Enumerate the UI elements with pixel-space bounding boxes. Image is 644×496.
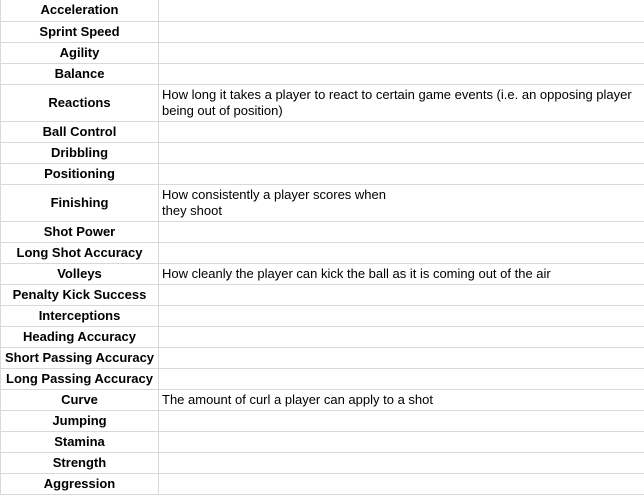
table-row: Strength xyxy=(0,451,644,474)
description-cell[interactable]: How consistently a player scores when th… xyxy=(158,183,644,222)
table-row: Finishing How consistently a player scor… xyxy=(0,183,644,222)
table-row: Heading Accuracy xyxy=(0,325,644,348)
table-row: Shot Power xyxy=(0,220,644,243)
attribute-cell[interactable]: Aggression xyxy=(0,472,159,495)
description-cell[interactable]: How long it takes a player to react to c… xyxy=(158,83,644,122)
description-cell[interactable] xyxy=(158,162,644,185)
description-cell[interactable] xyxy=(158,325,644,348)
attribute-cell[interactable]: Short Passing Accuracy xyxy=(0,346,159,369)
attribute-cell[interactable]: Shot Power xyxy=(0,220,159,243)
description-cell[interactable] xyxy=(158,0,644,22)
table-row: Stamina xyxy=(0,430,644,453)
table-row: Agility xyxy=(0,41,644,64)
table-row: Curve The amount of curl a player can ap… xyxy=(0,388,644,411)
attribute-cell[interactable]: Balance xyxy=(0,62,159,85)
attribute-cell[interactable]: Jumping xyxy=(0,409,159,432)
attribute-cell[interactable]: Stamina xyxy=(0,430,159,453)
table-row: Jumping xyxy=(0,409,644,432)
description-cell[interactable] xyxy=(158,120,644,143)
attribute-cell[interactable]: Acceleration xyxy=(0,0,159,22)
description-cell[interactable] xyxy=(158,141,644,164)
attribute-cell[interactable]: Volleys xyxy=(0,262,159,285)
table-row: Acceleration xyxy=(0,0,644,22)
attributes-table: Acceleration Sprint Speed Agility Balanc… xyxy=(0,0,644,495)
table-row: Long Passing Accuracy xyxy=(0,367,644,390)
table-row: Positioning xyxy=(0,162,644,185)
description-cell[interactable] xyxy=(158,367,644,390)
attribute-cell[interactable]: Interceptions xyxy=(0,304,159,327)
table-row: Volleys How cleanly the player can kick … xyxy=(0,262,644,285)
table-row: Short Passing Accuracy xyxy=(0,346,644,369)
attribute-cell[interactable]: Positioning xyxy=(0,162,159,185)
description-cell[interactable] xyxy=(158,41,644,64)
table-row: Aggression xyxy=(0,472,644,495)
description-cell[interactable] xyxy=(158,283,644,306)
description-cell[interactable] xyxy=(158,62,644,85)
description-cell[interactable]: The amount of curl a player can apply to… xyxy=(158,388,644,411)
description-cell[interactable] xyxy=(158,346,644,369)
attribute-cell[interactable]: Curve xyxy=(0,388,159,411)
attribute-cell[interactable]: Penalty Kick Success xyxy=(0,283,159,306)
description-cell[interactable] xyxy=(158,472,644,495)
table-row: Balance xyxy=(0,62,644,85)
description-cell[interactable]: How cleanly the player can kick the ball… xyxy=(158,262,644,285)
attribute-cell[interactable]: Long Shot Accuracy xyxy=(0,241,159,264)
description-cell[interactable] xyxy=(158,430,644,453)
table-row: Long Shot Accuracy xyxy=(0,241,644,264)
attribute-cell[interactable]: Reactions xyxy=(0,83,159,122)
table-row: Penalty Kick Success xyxy=(0,283,644,306)
attribute-cell[interactable]: Long Passing Accuracy xyxy=(0,367,159,390)
table-row: Reactions How long it takes a player to … xyxy=(0,83,644,122)
attribute-cell[interactable]: Sprint Speed xyxy=(0,20,159,43)
description-cell[interactable] xyxy=(158,241,644,264)
description-text: How long it takes a player to react to c… xyxy=(162,86,632,118)
table-row: Dribbling xyxy=(0,141,644,164)
description-cell[interactable] xyxy=(158,220,644,243)
attribute-cell[interactable]: Dribbling xyxy=(0,141,159,164)
attribute-cell[interactable]: Agility xyxy=(0,41,159,64)
table-row: Sprint Speed xyxy=(0,20,644,43)
description-cell[interactable] xyxy=(158,409,644,432)
attribute-cell[interactable]: Finishing xyxy=(0,183,159,222)
attribute-cell[interactable]: Heading Accuracy xyxy=(0,325,159,348)
attribute-cell[interactable]: Ball Control xyxy=(0,120,159,143)
description-cell[interactable] xyxy=(158,451,644,474)
description-cell[interactable] xyxy=(158,304,644,327)
table-row: Interceptions xyxy=(0,304,644,327)
table-row: Ball Control xyxy=(0,120,644,143)
attribute-cell[interactable]: Strength xyxy=(0,451,159,474)
description-text: How consistently a player scores when th… xyxy=(162,186,386,218)
description-cell[interactable] xyxy=(158,20,644,43)
